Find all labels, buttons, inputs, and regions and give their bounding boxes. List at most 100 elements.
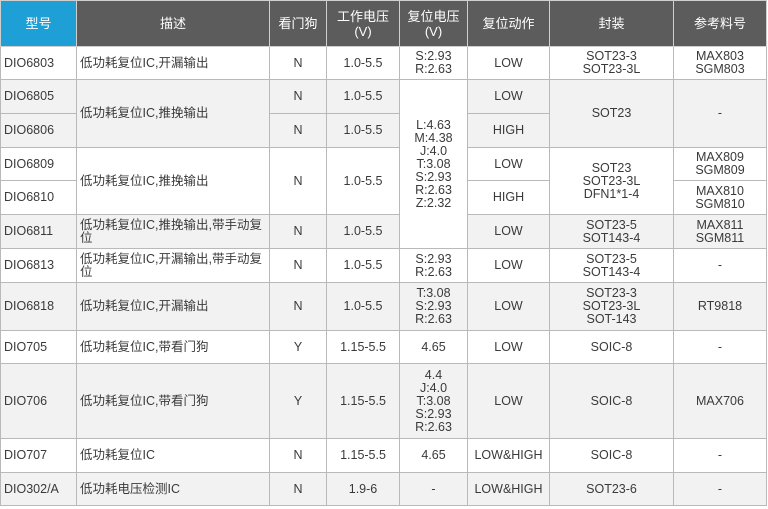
reference-cell: MAX706 — [673, 363, 767, 439]
header-reset-action: 复位动作 — [467, 0, 550, 47]
watchdog-cell: N — [269, 214, 327, 249]
model-cell: DIO6805 — [0, 79, 77, 114]
reference-cell: - — [673, 248, 767, 283]
reset-action-cell: LOW — [467, 147, 550, 181]
package-cell: SOIC-8 — [549, 330, 674, 364]
package-cell: SOIC-8 — [549, 438, 674, 473]
voltage-cell: 1.0-5.5 — [326, 79, 400, 114]
voltage-cell: 1.15-5.5 — [326, 330, 400, 364]
header-operating-voltage: 工作电压 (V) — [326, 0, 400, 47]
description-cell: 低功耗复位IC — [76, 438, 270, 473]
table-row: DIO6813 低功耗复位IC,开漏输出,带手动复位 N 1.0-5.5 S:2… — [0, 248, 767, 283]
package-cell: SOT23-5 SOT143-4 — [549, 248, 674, 283]
package-cell: SOT23-3 SOT23-3L — [549, 46, 674, 80]
voltage-cell: 1.0-5.5 — [326, 248, 400, 283]
reset-voltage-cell: 4.4 J:4.0 T:3.08 S:2.93 R:2.63 — [399, 363, 468, 439]
model-cell: DIO6806 — [0, 113, 77, 148]
model-cell: DIO707 — [0, 438, 77, 473]
watchdog-cell: Y — [269, 330, 327, 364]
watchdog-cell: N — [269, 438, 327, 473]
reset-action-cell: LOW — [467, 214, 550, 249]
voltage-cell: 1.0-5.5 — [326, 282, 400, 331]
model-cell: DIO6809 — [0, 147, 77, 181]
reference-cell: MAX803 SGM803 — [673, 46, 767, 80]
reset-voltage-cell: L:4.63 M:4.38 J:4.0 T:3.08 S:2.93 R:2.63… — [399, 79, 468, 249]
package-cell: SOT23-3 SOT23-3L SOT-143 — [549, 282, 674, 331]
description-cell: 低功耗复位IC,推挽输出 — [76, 79, 270, 148]
reference-cell: - — [673, 472, 767, 506]
description-cell: 低功耗复位IC,带看门狗 — [76, 363, 270, 439]
watchdog-cell: N — [269, 472, 327, 506]
description-cell: 低功耗复位IC,开漏输出,带手动复位 — [76, 248, 270, 283]
watchdog-cell: N — [269, 113, 327, 148]
header-package: 封装 — [549, 0, 674, 47]
reference-cell: - — [673, 330, 767, 364]
reference-cell: - — [673, 438, 767, 473]
reference-cell: MAX810 SGM810 — [673, 180, 767, 215]
header-row: 型号 描述 看门狗 工作电压 (V) 复位电压 (V) 复位动作 封装 参考料号 — [0, 0, 767, 47]
model-cell: DIO6818 — [0, 282, 77, 331]
description-cell: 低功耗复位IC,推挽输出 — [76, 147, 270, 215]
description-cell: 低功耗复位IC,开漏输出 — [76, 282, 270, 331]
product-table-container: 型号 描述 看门狗 工作电压 (V) 复位电压 (V) 复位动作 封装 参考料号… — [0, 0, 768, 509]
reset-action-cell: LOW — [467, 282, 550, 331]
voltage-cell: 1.0-5.5 — [326, 214, 400, 249]
voltage-cell: 1.0-5.5 — [326, 113, 400, 148]
package-cell: SOT23 SOT23-3L DFN1*1-4 — [549, 147, 674, 215]
package-cell: SOT23-6 — [549, 472, 674, 506]
header-reference-part: 参考料号 — [673, 0, 767, 47]
voltage-cell: 1.9-6 — [326, 472, 400, 506]
reset-voltage-cell: - — [399, 472, 468, 506]
description-cell: 低功耗复位IC,推挽输出,带手动复位 — [76, 214, 270, 249]
model-cell: DIO705 — [0, 330, 77, 364]
reset-action-cell: LOW — [467, 248, 550, 283]
watchdog-cell: Y — [269, 363, 327, 439]
watchdog-cell: N — [269, 79, 327, 114]
model-cell: DIO6811 — [0, 214, 77, 249]
watchdog-cell: N — [269, 147, 327, 215]
reset-voltage-cell: S:2.93 R:2.63 — [399, 46, 468, 80]
table-row: DIO6818 低功耗复位IC,开漏输出 N 1.0-5.5 T:3.08 S:… — [0, 282, 767, 331]
reset-ic-table: 型号 描述 看门狗 工作电压 (V) 复位电压 (V) 复位动作 封装 参考料号… — [0, 0, 767, 506]
reset-voltage-cell: 4.65 — [399, 330, 468, 364]
table-row: DIO706 低功耗复位IC,带看门狗 Y 1.15-5.5 4.4 J:4.0… — [0, 363, 767, 439]
reset-action-cell: LOW&HIGH — [467, 472, 550, 506]
table-row: DIO6809 低功耗复位IC,推挽输出 N 1.0-5.5 LOW SOT23… — [0, 147, 767, 215]
description-cell: 低功耗复位IC,开漏输出 — [76, 46, 270, 80]
package-cell: SOIC-8 — [549, 363, 674, 439]
table-row: DIO6803 低功耗复位IC,开漏输出 N 1.0-5.5 S:2.93 R:… — [0, 46, 767, 80]
reset-action-cell: LOW — [467, 330, 550, 364]
reset-action-cell: HIGH — [467, 113, 550, 148]
table-row: DIO6805 低功耗复位IC,推挽输出 N 1.0-5.5 L:4.63 M:… — [0, 79, 767, 249]
reset-voltage-cell: T:3.08 S:2.93 R:2.63 — [399, 282, 468, 331]
voltage-cell: 1.0-5.5 — [326, 147, 400, 215]
package-cell: SOT23 — [549, 79, 674, 148]
reference-cell: - — [673, 79, 767, 148]
model-cell: DIO706 — [0, 363, 77, 439]
reset-voltage-cell: S:2.93 R:2.63 — [399, 248, 468, 283]
voltage-cell: 1.0-5.5 — [326, 46, 400, 80]
reference-cell: MAX809 SGM809 — [673, 147, 767, 181]
header-model: 型号 — [0, 0, 77, 47]
watchdog-cell: N — [269, 248, 327, 283]
reset-action-cell: LOW — [467, 79, 550, 114]
model-cell: DIO6810 — [0, 180, 77, 215]
table-row: DIO707 低功耗复位IC N 1.15-5.5 4.65 LOW&HIGH … — [0, 438, 767, 473]
reset-voltage-cell: 4.65 — [399, 438, 468, 473]
table-row: DIO6811 低功耗复位IC,推挽输出,带手动复位 N 1.0-5.5 LOW… — [0, 214, 767, 249]
model-cell: DIO6803 — [0, 46, 77, 80]
voltage-cell: 1.15-5.5 — [326, 363, 400, 439]
header-description: 描述 — [76, 0, 270, 47]
package-cell: SOT23-5 SOT143-4 — [549, 214, 674, 249]
voltage-cell: 1.15-5.5 — [326, 438, 400, 473]
header-watchdog: 看门狗 — [269, 0, 327, 47]
table-row: DIO302/A 低功耗电压检测IC N 1.9-6 - LOW&HIGH SO… — [0, 472, 767, 506]
reset-action-cell: LOW — [467, 46, 550, 80]
header-reset-voltage: 复位电压 (V) — [399, 0, 468, 47]
reset-action-cell: HIGH — [467, 180, 550, 215]
reference-cell: RT9818 — [673, 282, 767, 331]
watchdog-cell: N — [269, 282, 327, 331]
watchdog-cell: N — [269, 46, 327, 80]
reset-action-cell: LOW&HIGH — [467, 438, 550, 473]
model-cell: DIO302/A — [0, 472, 77, 506]
